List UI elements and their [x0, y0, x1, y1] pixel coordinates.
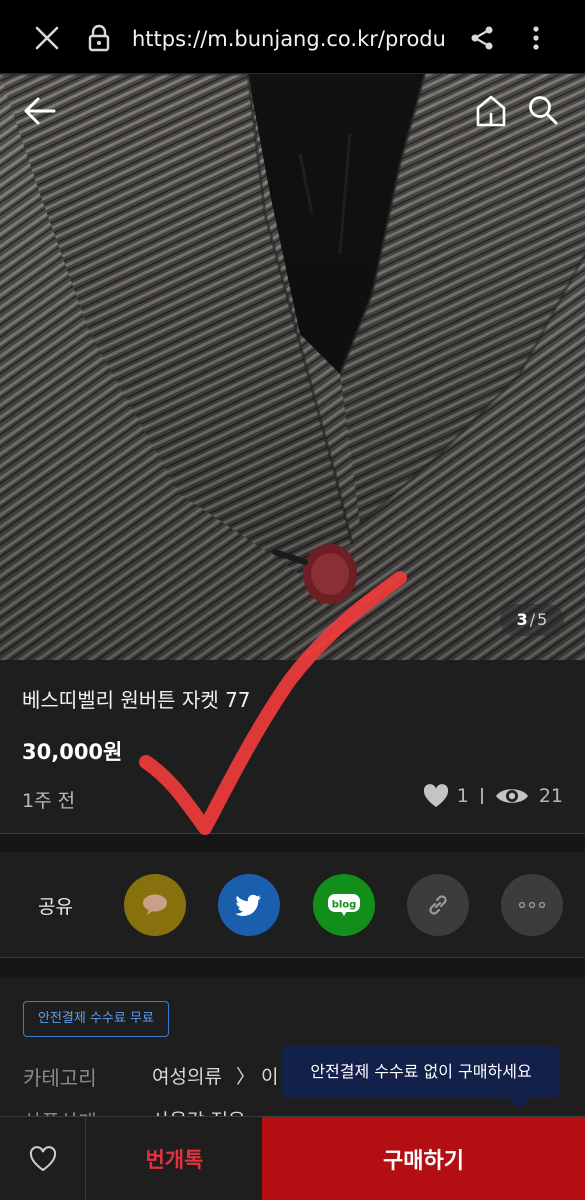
- image-counter-total: 5: [537, 610, 548, 629]
- image-counter-current: 3: [516, 610, 528, 629]
- blog-icon-text: blog: [332, 900, 357, 911]
- close-icon[interactable]: [34, 25, 60, 51]
- share-kakaotalk-button[interactable]: [124, 874, 186, 936]
- link-icon: [429, 895, 447, 915]
- share-twitter-button[interactable]: [218, 874, 280, 936]
- category-label: 카테고리: [23, 1066, 97, 1090]
- speech-bubble-icon: [143, 894, 167, 915]
- url-field[interactable]: https://m.bunjang.co.kr/produ: [132, 22, 444, 56]
- tooltip-arrow: [507, 1097, 531, 1109]
- product-image-gallery[interactable]: 3/5: [0, 74, 585, 660]
- eye-icon: [495, 789, 528, 803]
- lock-icon[interactable]: [88, 24, 110, 52]
- section-gap: [0, 834, 585, 852]
- posted-time: 1주 전: [22, 790, 76, 812]
- product-photo: [0, 74, 585, 660]
- category-value[interactable]: 여성의류 〉 이: [152, 1062, 279, 1089]
- search-icon[interactable]: [527, 94, 559, 126]
- heart-outline-icon: [29, 1146, 56, 1172]
- safe-payment-badge: 안전결제 수수료 무료: [23, 1001, 169, 1037]
- image-counter: 3/5: [500, 604, 564, 636]
- product-stats: 1 21: [423, 784, 563, 808]
- section-gap: [0, 958, 585, 978]
- buy-button[interactable]: 구매하기: [262, 1117, 585, 1200]
- safe-payment-tooltip: 안전결제 수수료 없이 구매하세요: [282, 1046, 560, 1098]
- favorite-button[interactable]: [0, 1117, 86, 1200]
- more-horizontal-icon: [518, 901, 546, 909]
- heart-filled-icon: [423, 784, 448, 807]
- browser-toolbar: https://m.bunjang.co.kr/produ: [0, 0, 585, 74]
- share-icon[interactable]: [468, 24, 496, 52]
- category-name[interactable]: 여성의류: [152, 1066, 222, 1088]
- view-count: 21: [538, 785, 563, 807]
- stats-divider: [480, 788, 483, 804]
- share-section: 공유 blog: [0, 852, 585, 958]
- bottom-action-bar: 번개톡 구매하기: [0, 1116, 585, 1200]
- twitter-bird-icon: [236, 894, 261, 916]
- share-label: 공유: [38, 896, 73, 918]
- share-more-button[interactable]: [501, 874, 563, 936]
- product-title: 베스띠벨리 원버튼 자켓 77: [22, 688, 251, 712]
- product-info: 베스띠벨리 원버튼 자켓 77 30,000원 1주 전 1 21: [0, 660, 585, 834]
- like-count: 1: [456, 785, 469, 807]
- share-blog-button[interactable]: blog: [313, 874, 375, 936]
- blog-icon: blog: [328, 894, 360, 916]
- chat-button[interactable]: 번개톡: [87, 1117, 262, 1200]
- more-vertical-icon[interactable]: [528, 24, 544, 52]
- category-next[interactable]: 〉 이: [236, 1066, 279, 1088]
- product-price: 30,000원: [22, 740, 123, 764]
- back-arrow-icon[interactable]: [22, 96, 56, 126]
- share-copy-link-button[interactable]: [407, 874, 469, 936]
- home-icon[interactable]: [474, 94, 508, 128]
